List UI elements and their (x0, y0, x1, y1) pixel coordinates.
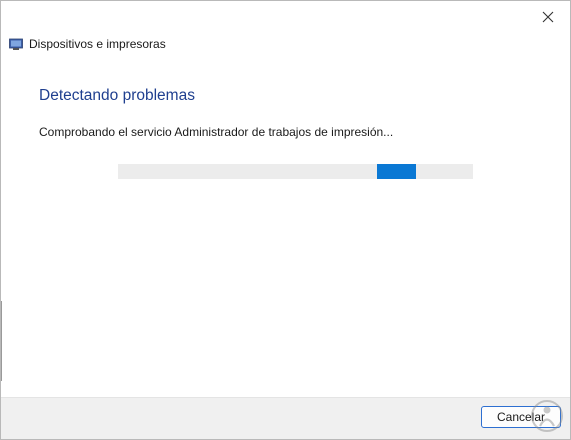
progress-bar-marquee (377, 164, 416, 179)
page-heading: Detectando problemas (39, 87, 195, 104)
close-icon (542, 11, 554, 23)
troubleshooter-window: Dispositivos e impresoras Detectando pro… (0, 0, 571, 440)
window-titlebar: Dispositivos e impresoras (9, 37, 166, 51)
devices-printers-icon (9, 37, 23, 51)
status-text: Comprobando el servicio Administrador de… (39, 125, 394, 139)
solvetic-logo (531, 400, 563, 432)
close-button[interactable] (528, 3, 568, 31)
window-edge-divider (1, 301, 2, 381)
progress-bar (118, 164, 473, 179)
dialog-footer: Cancelar (1, 397, 570, 439)
window-title: Dispositivos e impresoras (29, 37, 166, 51)
